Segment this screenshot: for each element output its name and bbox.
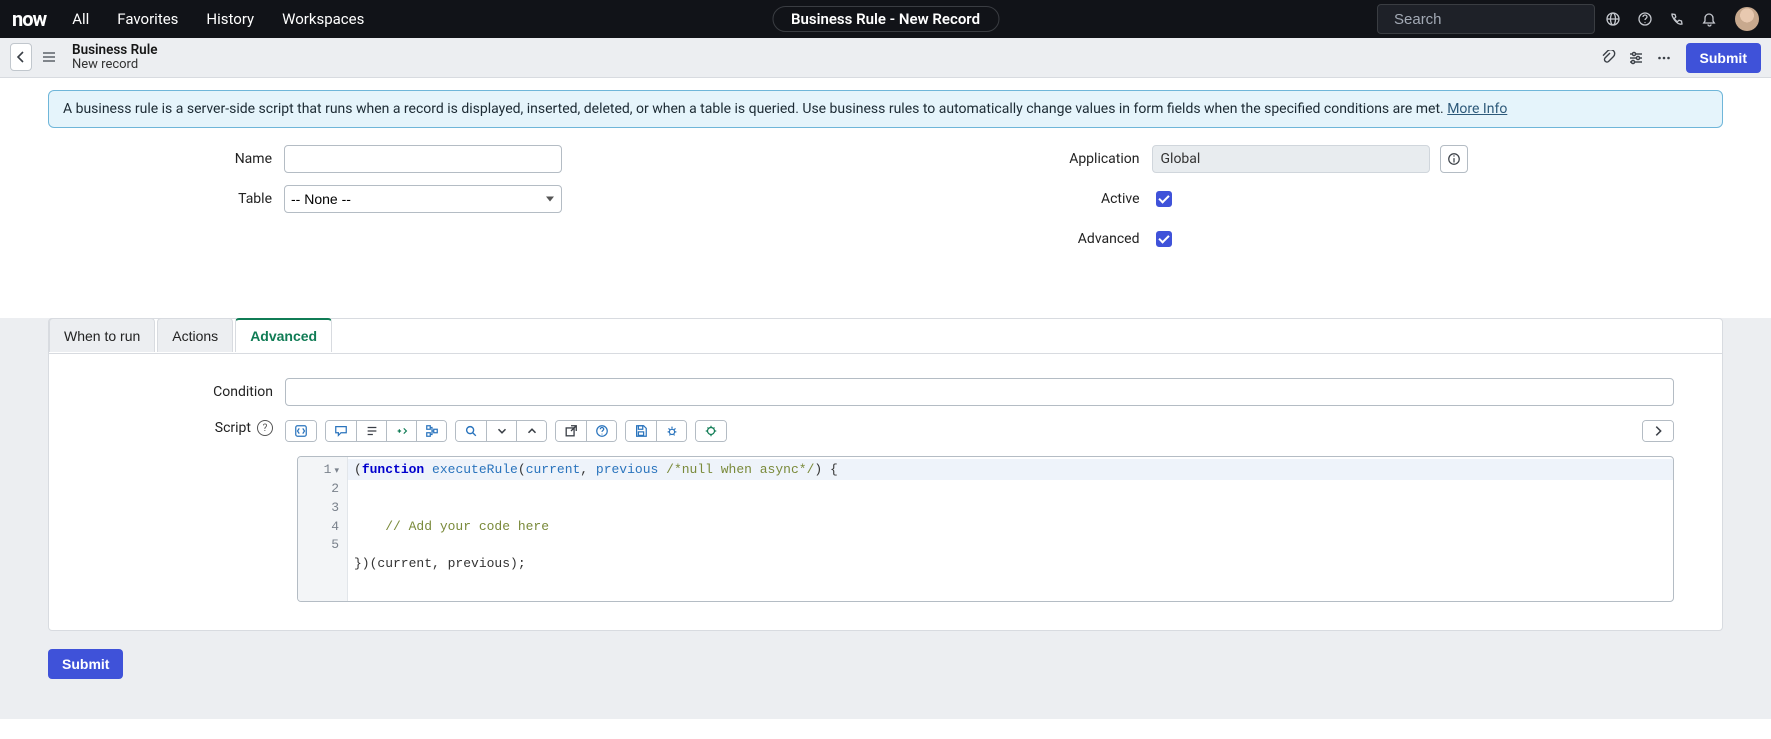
table-label: Table xyxy=(48,191,284,207)
page-title: Business Rule xyxy=(72,43,157,58)
toolbar-format-icon[interactable] xyxy=(356,421,386,441)
context-menu-icon[interactable] xyxy=(38,43,60,71)
nav-history[interactable]: History xyxy=(194,0,266,38)
toolbar-script-info-icon[interactable] xyxy=(286,421,316,441)
global-search[interactable] xyxy=(1377,4,1595,34)
toolbar-popout-icon[interactable] xyxy=(556,421,586,441)
logo: now xyxy=(12,7,46,31)
advanced-checkbox[interactable] xyxy=(1156,231,1172,247)
attachments-icon[interactable] xyxy=(1594,44,1622,72)
table-select[interactable]: -- None -- xyxy=(284,185,562,213)
name-input[interactable] xyxy=(284,145,562,173)
back-button[interactable] xyxy=(10,43,32,71)
global-search-input[interactable] xyxy=(1392,10,1595,29)
user-avatar[interactable] xyxy=(1735,7,1759,31)
application-readonly: Global xyxy=(1152,145,1430,173)
submit-button-header[interactable]: Submit xyxy=(1686,43,1761,73)
nav-favorites[interactable]: Favorites xyxy=(105,0,190,38)
help-icon[interactable] xyxy=(1631,5,1659,33)
application-label: Application xyxy=(916,151,1152,167)
name-label: Name xyxy=(48,151,284,167)
page-title-block: Business Rule New record xyxy=(72,43,157,72)
bell-icon[interactable] xyxy=(1695,5,1723,33)
nav-all[interactable]: All xyxy=(60,0,101,38)
script-help-icon[interactable]: ? xyxy=(257,420,273,436)
toolbar-expand-icon[interactable] xyxy=(1643,421,1673,441)
tab-when-to-run[interactable]: When to run xyxy=(49,318,155,352)
toolbar-chevron-up-icon[interactable] xyxy=(516,421,546,441)
page-subtitle: New record xyxy=(72,58,157,72)
code-lines[interactable]: (function executeRule(current, previous … xyxy=(348,457,1673,601)
condition-label: Condition xyxy=(97,384,285,400)
toolbar-comment-icon[interactable] xyxy=(326,421,356,441)
tab-actions[interactable]: Actions xyxy=(157,318,233,352)
tabs-strip: When to run Actions Advanced xyxy=(49,319,1722,354)
advanced-label: Advanced xyxy=(916,231,1152,247)
form-header-bar: Business Rule New record Submit xyxy=(0,38,1771,78)
script-toolbar xyxy=(285,420,1674,442)
settings-sliders-icon[interactable] xyxy=(1622,44,1650,72)
toolbar-tree-icon[interactable] xyxy=(416,421,446,441)
application-info-icon[interactable] xyxy=(1440,145,1468,173)
context-pill[interactable]: Business Rule - New Record xyxy=(772,6,999,32)
info-banner: A business rule is a server-side script … xyxy=(48,90,1723,128)
info-banner-text: A business rule is a server-side script … xyxy=(63,101,1447,117)
script-label: Script xyxy=(215,420,251,436)
nav-workspaces[interactable]: Workspaces xyxy=(270,0,376,38)
top-nav-bar: now All Favorites History Workspaces Bus… xyxy=(0,0,1771,38)
phone-icon[interactable] xyxy=(1663,5,1691,33)
active-checkbox[interactable] xyxy=(1156,191,1172,207)
active-label: Active xyxy=(916,191,1152,207)
toolbar-run-icon[interactable] xyxy=(696,421,726,441)
toolbar-debug-icon[interactable] xyxy=(656,421,686,441)
more-info-link[interactable]: More Info xyxy=(1447,101,1507,117)
script-editor[interactable]: 1▾ 2 3 4 5 (function executeRule(current… xyxy=(297,456,1674,602)
toolbar-search-icon[interactable] xyxy=(456,421,486,441)
fold-icon[interactable]: ▾ xyxy=(334,465,339,478)
toolbar-chevron-down-icon[interactable] xyxy=(486,421,516,441)
more-actions-icon[interactable] xyxy=(1650,44,1678,72)
script-label-wrap: Script ? xyxy=(97,420,285,436)
condition-input[interactable] xyxy=(285,378,1674,406)
toolbar-vars-icon[interactable] xyxy=(386,421,416,441)
globe-icon[interactable] xyxy=(1599,5,1627,33)
toolbar-help-icon[interactable] xyxy=(586,421,616,441)
submit-button-footer[interactable]: Submit xyxy=(48,649,123,679)
context-title: Business Rule - New Record xyxy=(791,10,980,28)
tab-advanced[interactable]: Advanced xyxy=(235,318,332,352)
gutter: 1▾ 2 3 4 5 xyxy=(298,457,348,601)
toolbar-save-icon[interactable] xyxy=(626,421,656,441)
